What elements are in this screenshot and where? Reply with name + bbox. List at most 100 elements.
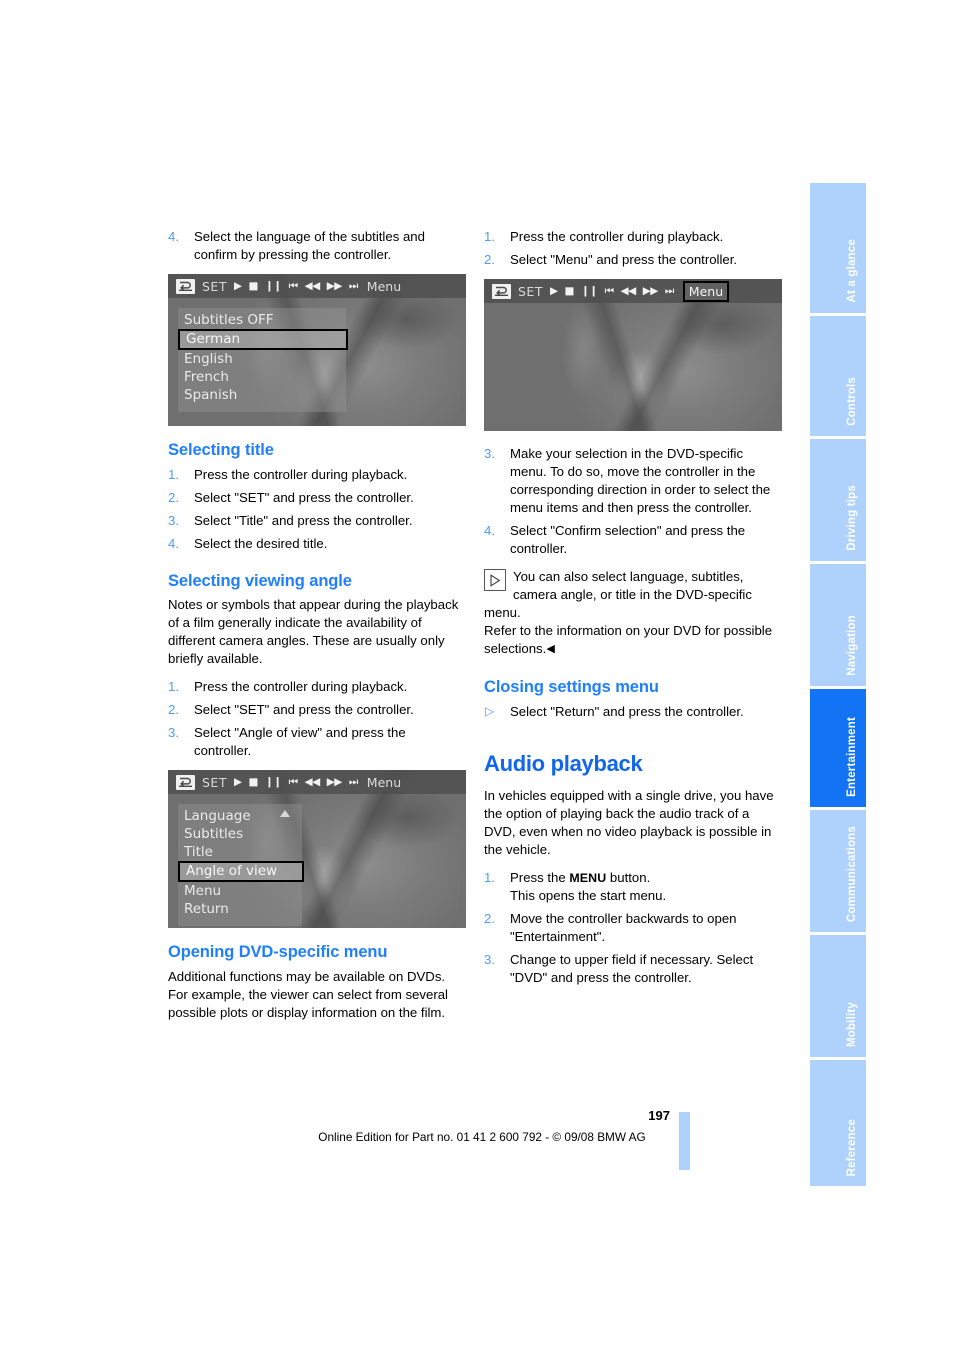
step-text-before: Press the — [510, 870, 570, 886]
tab-label: Driving tips — [846, 485, 858, 551]
list-item[interactable]: English — [178, 350, 346, 368]
return-icon[interactable] — [492, 283, 511, 299]
list-item[interactable]: Subtitles OFF — [178, 311, 346, 329]
toolbar-menu-label-selected[interactable]: Menu — [682, 280, 730, 302]
rewind-icon[interactable]: ◀◀ — [621, 285, 637, 297]
step-number: 4. — [168, 535, 179, 551]
list-item: 3. Change to upper field if necessary. Se… — [484, 951, 782, 987]
step-number: 4. — [484, 523, 495, 539]
toolbar-menu-label[interactable]: Menu — [367, 775, 401, 790]
play-icon[interactable]: ▶ — [234, 280, 242, 292]
toolbar-set-label[interactable]: SET — [518, 284, 543, 299]
previous-track-icon[interactable]: ⏮ — [289, 776, 298, 789]
fast-forward-icon[interactable]: ▶▶ — [327, 776, 343, 788]
sidebar-item-navigation[interactable]: Navigation — [810, 564, 866, 686]
dvd-screenshot-subtitles: SET ▶ ■ ❙❙ ⏮ ◀◀ ▶▶ ⏭ Menu Subtitles OFF … — [168, 274, 466, 427]
fast-forward-icon[interactable]: ▶▶ — [643, 285, 659, 297]
step-subtext: This opens the start menu. — [510, 888, 667, 904]
list-item: ▷ Select "Return" and press the controll… — [484, 703, 782, 721]
list-item: 3. Select "Title" and press the controlle… — [168, 512, 466, 530]
list-item: 1. Press the controller during playback. — [484, 228, 782, 246]
next-track-icon[interactable]: ⏭ — [349, 280, 358, 293]
step-number: 1. — [168, 466, 179, 482]
toolbar-menu-label[interactable]: Menu — [367, 279, 401, 294]
note-text: You can also select language, subtitles,… — [513, 569, 752, 603]
closing-settings-menu-steps: ▷ Select "Return" and press the controll… — [484, 703, 782, 721]
menu-button-keycap: MENU — [569, 871, 607, 886]
selecting-title-steps: 1. Press the controller during playback. … — [168, 466, 466, 553]
tab-label: Navigation — [846, 615, 858, 676]
audio-playback-intro: In vehicles equipped with a single drive… — [484, 788, 774, 858]
pause-icon[interactable]: ❙❙ — [265, 280, 282, 292]
tab-label: At a glance — [846, 239, 858, 303]
rewind-icon[interactable]: ◀◀ — [305, 776, 321, 788]
rewind-icon[interactable]: ◀◀ — [305, 280, 321, 292]
tab-label: Reference — [846, 1118, 858, 1176]
list-item-selected[interactable]: Angle of view — [178, 861, 304, 883]
sidebar-item-driving-tips[interactable]: Driving tips — [810, 439, 866, 561]
stop-icon[interactable]: ■ — [249, 280, 259, 292]
list-item[interactable]: Subtitles — [178, 825, 302, 843]
note-text-continued: menu. — [484, 605, 521, 621]
list-item[interactable]: Menu — [178, 882, 302, 900]
list-item: 4. Select "Confirm selection" and press t… — [484, 522, 782, 558]
stop-icon[interactable]: ■ — [565, 285, 575, 297]
list-item[interactable]: Title — [178, 843, 302, 861]
list-item: 2. Select "SET" and press the controller. — [168, 701, 466, 719]
triangle-note-icon — [484, 569, 506, 592]
sidebar-item-reference[interactable]: Reference — [810, 1060, 866, 1186]
footer-edition-text: Online Edition for Part no. 01 41 2 600 … — [318, 1130, 646, 1144]
toolbar-set-label[interactable]: SET — [202, 279, 227, 294]
step-number: 4. — [168, 229, 179, 244]
image-watermark: Small Letters — [458, 878, 464, 915]
previous-track-icon[interactable]: ⏮ — [605, 285, 614, 298]
sidebar-item-at-a-glance[interactable]: At a glance — [810, 183, 866, 313]
list-item: 4. Select the desired title. — [168, 535, 466, 553]
list-item: 4. Select the language of the subtitles … — [168, 228, 466, 264]
play-icon[interactable]: ▶ — [550, 285, 558, 297]
stop-icon[interactable]: ■ — [249, 776, 259, 788]
dvd-toolbar: SET ▶ ■ ❙❙ ⏮ ◀◀ ▶▶ ⏭ Menu — [484, 279, 782, 304]
sidebar-item-controls[interactable]: Controls — [810, 316, 866, 436]
list-item: 2. Select "Menu" and press the controller… — [484, 251, 782, 269]
next-track-icon[interactable]: ⏭ — [665, 285, 674, 298]
toolbar-set-label[interactable]: SET — [202, 775, 227, 790]
tab-label: Communications — [846, 825, 858, 922]
play-icon[interactable]: ▶ — [234, 776, 242, 788]
dvd-menu-selection-steps: 3. Make your selection in the DVD-specifi… — [484, 445, 782, 558]
list-item-selected[interactable]: German — [178, 329, 348, 351]
tab-label: Mobility — [846, 1001, 858, 1047]
list-item[interactable]: Return — [178, 900, 302, 918]
sidebar-item-mobility[interactable]: Mobility — [810, 935, 866, 1057]
viewing-angle-intro: Notes or symbols that appear during the … — [168, 597, 459, 667]
open-dvd-menu-steps: 1. Press the controller during playback. … — [484, 228, 782, 269]
sidebar-item-entertainment[interactable]: Entertainment — [810, 689, 866, 807]
image-watermark: Small Letters — [774, 381, 780, 418]
step-number: 3. — [484, 446, 495, 462]
pause-icon[interactable]: ❙❙ — [265, 776, 282, 788]
list-item[interactable]: Spanish — [178, 386, 346, 404]
return-icon[interactable] — [176, 278, 195, 294]
pause-icon[interactable]: ❙❙ — [581, 285, 598, 297]
subtitle-language-steps: 4. Select the language of the subtitles … — [168, 228, 466, 264]
step-text: Select the desired title. — [194, 535, 328, 551]
step-text: Make your selection in the DVD-specific … — [510, 446, 771, 516]
tab-label: Controls — [846, 377, 858, 426]
dvd-toolbar: SET ▶ ■ ❙❙ ⏮ ◀◀ ▶▶ ⏭ Menu — [168, 274, 466, 299]
return-icon[interactable] — [176, 774, 195, 790]
step-text: Select "Angle of view" and press the con… — [194, 725, 406, 759]
next-track-icon[interactable]: ⏭ — [349, 776, 358, 789]
list-item[interactable]: French — [178, 368, 346, 386]
list-item: 1. Press the controller during playback. — [168, 466, 466, 484]
dvd-screenshot-menu-selected: SET ▶ ■ ❙❙ ⏮ ◀◀ ▶▶ ⏭ Menu Small Letters — [484, 279, 782, 432]
fast-forward-icon[interactable]: ▶▶ — [327, 280, 343, 292]
step-text: Select "Title" and press the controller. — [194, 512, 413, 528]
previous-track-icon[interactable]: ⏮ — [289, 280, 298, 293]
step-number: 2. — [484, 252, 495, 268]
step-text: Select "SET" and press the controller. — [194, 702, 414, 718]
heading-opening-dvd-menu: Opening DVD-specific menu — [168, 943, 388, 962]
step-text: Press the controller during playback. — [194, 466, 408, 482]
sidebar-item-communications[interactable]: Communications — [810, 810, 866, 932]
step-number: 1. — [484, 229, 495, 244]
heading-selecting-viewing-angle: Selecting viewing angle — [168, 571, 352, 590]
